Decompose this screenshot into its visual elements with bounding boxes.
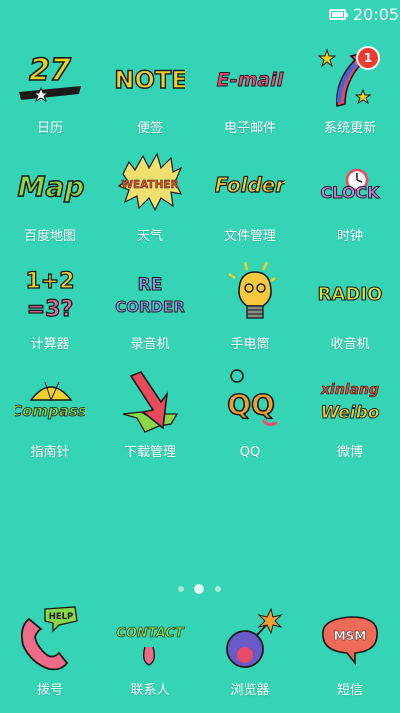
app-calendar[interactable]: 27 日历 xyxy=(0,40,100,148)
radio-icon: RADIO xyxy=(317,283,383,305)
app-label: 百度地图 xyxy=(23,229,76,244)
app-label: 文件管理 xyxy=(223,229,276,244)
status-time: 20:05 xyxy=(353,5,400,24)
download-icon xyxy=(122,371,179,433)
app-label: 短信 xyxy=(336,683,363,698)
app-label: 便签 xyxy=(136,121,163,136)
svg-text:HELP: HELP xyxy=(49,612,74,622)
app-label: 指南针 xyxy=(30,445,70,460)
app-system-update[interactable]: 1 系统更新 xyxy=(300,40,400,148)
map-icon: Map xyxy=(17,169,85,204)
clock-icon: CLOCK xyxy=(320,168,381,202)
notification-badge: 1 xyxy=(356,46,380,70)
app-label: 收音机 xyxy=(330,337,370,352)
qq-icon: QQ xyxy=(226,369,278,427)
app-qq[interactable]: QQ QQ xyxy=(200,364,300,472)
app-label: 日历 xyxy=(36,121,63,136)
page-dot[interactable] xyxy=(178,586,184,592)
compass-icon: Compass xyxy=(15,381,85,420)
app-label: 浏览器 xyxy=(230,683,270,698)
phone-icon: HELP xyxy=(20,606,78,671)
svg-text:RE: RE xyxy=(138,275,163,295)
svg-text:Map: Map xyxy=(18,170,85,203)
svg-text:27: 27 xyxy=(29,53,71,88)
status-bar: 20:05 xyxy=(0,0,400,30)
svg-text:E-mail: E-mail xyxy=(217,69,284,91)
flashlight-icon xyxy=(228,261,276,319)
svg-text:NOTE: NOTE xyxy=(115,66,185,94)
recorder-icon: RE CORDER xyxy=(115,275,185,317)
page-dot-active[interactable] xyxy=(194,584,204,594)
folder-icon: Folder xyxy=(215,172,285,197)
app-contacts[interactable]: CONTACT 联系人 xyxy=(100,605,200,713)
message-icon: MSM xyxy=(322,616,378,666)
app-calculator[interactable]: 1+2 =3? 计算器 xyxy=(0,256,100,364)
app-clock[interactable]: CLOCK 时钟 xyxy=(300,148,400,256)
app-radio[interactable]: RADIO 收音机 xyxy=(300,256,400,364)
svg-text:CLOCK: CLOCK xyxy=(320,183,380,202)
svg-text:MSM: MSM xyxy=(334,629,367,643)
app-label: 手电筒 xyxy=(230,337,270,352)
svg-text:RADIO: RADIO xyxy=(318,284,383,305)
svg-text:CORDER: CORDER xyxy=(115,298,185,316)
calculator-icon: 1+2 =3? xyxy=(25,268,75,322)
svg-text:=3?: =3? xyxy=(27,297,74,322)
dock: HELP 拨号 CONTACT 联系人 浏览器 MSM 短信 xyxy=(0,605,400,711)
battery-icon xyxy=(329,9,348,20)
weibo-icon: xinlang Weibo xyxy=(320,382,381,424)
app-browser[interactable]: 浏览器 xyxy=(200,605,300,713)
svg-text:Folder: Folder xyxy=(215,173,285,197)
app-email[interactable]: E-mail 电子邮件 xyxy=(200,40,300,148)
app-label: 下载管理 xyxy=(123,445,176,460)
app-notes[interactable]: NOTE 便签 xyxy=(100,40,200,148)
svg-text:QQ: QQ xyxy=(227,388,275,421)
svg-text:Compass: Compass xyxy=(15,402,85,420)
app-label: 拨号 xyxy=(36,683,63,698)
weather-icon: WEATHER xyxy=(117,152,183,212)
svg-text:1+2: 1+2 xyxy=(25,269,74,294)
app-label: QQ xyxy=(239,445,261,460)
app-weibo[interactable]: xinlang Weibo 微博 xyxy=(300,364,400,472)
svg-text:Weibo: Weibo xyxy=(321,403,380,423)
app-baidu-map[interactable]: Map 百度地图 xyxy=(0,148,100,256)
app-file-manager[interactable]: Folder 文件管理 xyxy=(200,148,300,256)
email-icon: E-mail xyxy=(216,69,284,92)
svg-text:WEATHER: WEATHER xyxy=(121,179,178,191)
app-label: 计算器 xyxy=(30,337,70,352)
app-label: 时钟 xyxy=(336,229,363,244)
app-flashlight[interactable]: 手电筒 xyxy=(200,256,300,364)
app-sms[interactable]: MSM 短信 xyxy=(300,605,400,713)
app-label: 电子邮件 xyxy=(223,121,276,136)
note-icon: NOTE xyxy=(115,65,185,94)
svg-text:CONTACT: CONTACT xyxy=(116,626,185,641)
app-label: 联系人 xyxy=(130,683,170,698)
app-weather[interactable]: WEATHER 天气 xyxy=(100,148,200,256)
app-download-manager[interactable]: 下载管理 xyxy=(100,364,200,472)
svg-text:xinlang: xinlang xyxy=(320,382,379,398)
app-label: 微博 xyxy=(336,445,363,460)
app-label: 录音机 xyxy=(130,337,170,352)
contacts-icon: CONTACT xyxy=(116,626,185,666)
page-dot[interactable] xyxy=(215,586,221,592)
page-indicator xyxy=(0,584,400,594)
app-recorder[interactable]: RE CORDER 录音机 xyxy=(100,256,200,364)
bomb-icon xyxy=(226,607,283,668)
app-label: 天气 xyxy=(136,229,163,244)
app-compass[interactable]: Compass 指南针 xyxy=(0,364,100,472)
calendar-icon: 27 xyxy=(19,52,81,103)
app-dialer[interactable]: HELP 拨号 xyxy=(0,605,100,713)
app-label: 系统更新 xyxy=(323,121,376,136)
